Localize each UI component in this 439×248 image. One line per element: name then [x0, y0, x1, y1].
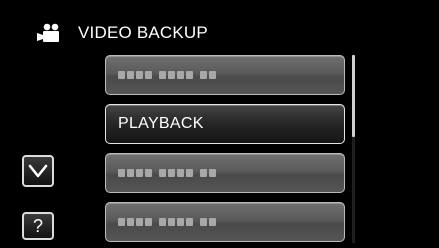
date-placeholder — [118, 218, 223, 226]
scroll-down-button[interactable] — [22, 155, 54, 187]
date-placeholder — [118, 169, 223, 177]
movie-camera-icon — [37, 23, 59, 42]
chevron-down-icon — [28, 164, 48, 178]
backup-date-item-3[interactable] — [105, 202, 345, 242]
scrollbar[interactable] — [352, 55, 355, 243]
backup-date-item-1[interactable] — [105, 55, 345, 95]
playback-label: PLAYBACK — [118, 115, 204, 132]
help-button[interactable]: ? — [22, 212, 54, 240]
header: VIDEO BACKUP — [36, 22, 208, 44]
date-placeholder — [118, 71, 223, 79]
playback-button[interactable]: PLAYBACK — [105, 104, 345, 144]
page-title: VIDEO BACKUP — [78, 23, 208, 42]
scrollbar-thumb[interactable] — [352, 55, 355, 137]
backup-date-item-2[interactable] — [105, 153, 345, 193]
help-label: ? — [32, 216, 43, 236]
screen: VIDEO BACKUP PLAYBACK ? — [0, 0, 439, 248]
